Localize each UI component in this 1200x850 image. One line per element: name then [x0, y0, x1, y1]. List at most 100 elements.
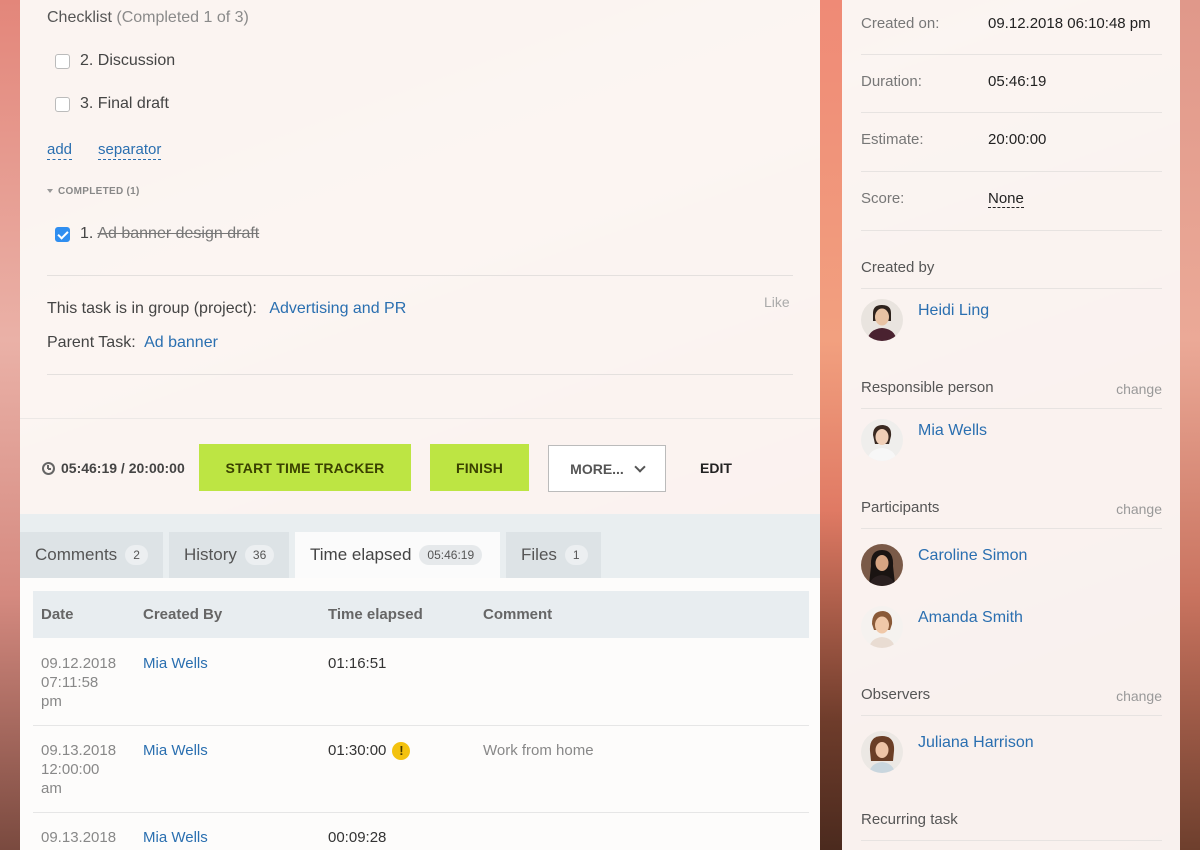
avatar [861, 731, 903, 773]
section-title: Responsible person [861, 379, 994, 396]
group-link[interactable]: Advertising and PR [269, 300, 406, 317]
section-responsible-person: Responsible person change [861, 379, 1162, 409]
checklist-item[interactable]: 3. Final draft [55, 95, 169, 113]
group-label: This task is in group (project): [47, 300, 257, 317]
background-gap [820, 0, 842, 850]
column-header-created-by[interactable]: Created By [143, 606, 222, 623]
tab-label: Time elapsed [310, 545, 412, 564]
tab-count-badge: 05:46:19 [419, 545, 483, 565]
tab-label: History [184, 545, 237, 564]
column-header-date[interactable]: Date [41, 606, 74, 623]
change-responsible-link[interactable]: change [1116, 381, 1162, 397]
elapsed-value: 01:16:51 [328, 655, 387, 672]
avatar [861, 544, 903, 586]
score-selector[interactable]: None [988, 190, 1024, 208]
tab-label: Comments [35, 545, 118, 564]
table-row: 09.13.2018 12:00:00 am Mia Wells 01:30:0… [33, 741, 809, 813]
add-checklist-item-link[interactable]: add [47, 141, 73, 160]
row-elapsed: 01:30:00 ! [328, 741, 411, 760]
checklist-item[interactable]: 2. Discussion [55, 52, 175, 70]
date-line: 09.12.2018 [41, 655, 117, 672]
table-header: Date Created By Time elapsed Comment [33, 591, 809, 638]
row-date: 09.12.2018 07:11:58 pm [41, 654, 131, 711]
like-button[interactable]: Like [764, 294, 790, 310]
row-created-by-link[interactable]: Mia Wells [143, 828, 208, 847]
avatar [861, 419, 903, 461]
section-title: Created by [861, 259, 935, 276]
checkbox-icon[interactable] [55, 53, 70, 69]
change-observers-link[interactable]: change [1116, 688, 1162, 704]
field-duration: Duration: 05:46:19 [861, 73, 1162, 113]
field-label: Estimate: [861, 131, 924, 148]
person-name-link[interactable]: Heidi Ling [918, 302, 989, 320]
time-line: 12:00:00 [41, 761, 100, 778]
divider [47, 275, 793, 276]
elapsed-value: 00:09:28 [328, 829, 387, 846]
row-date: 09.13.2018 [41, 828, 131, 847]
tab-files[interactable]: Files 1 [506, 532, 601, 578]
checkbox-checked-icon[interactable] [55, 226, 70, 242]
more-button[interactable]: MORE... [548, 445, 666, 492]
section-title: Participants [861, 499, 940, 516]
task-group-line: This task is in group (project): Adverti… [47, 300, 406, 318]
person-responsible[interactable]: Mia Wells [861, 419, 987, 461]
parent-task-line: Parent Task: Ad banner [47, 334, 218, 352]
task-action-bar: 05:46:19 / 20:00:00 START TIME TRACKER F… [20, 418, 820, 514]
time-elapsed-table: Date Created By Time elapsed Comment 09.… [20, 578, 820, 850]
checkbox-icon[interactable] [55, 96, 70, 112]
start-time-tracker-button[interactable]: START TIME TRACKER [199, 444, 411, 491]
field-label: Duration: [861, 73, 922, 90]
timer-value: 05:46:19 / 20:00:00 [61, 460, 185, 476]
column-header-comment[interactable]: Comment [483, 606, 552, 623]
chevron-down-icon [634, 460, 646, 473]
field-value: 05:46:19 [988, 73, 1047, 90]
tab-time-elapsed[interactable]: Time elapsed 05:46:19 [295, 532, 500, 578]
row-comment: Work from home [483, 742, 594, 759]
checklist-item-number: 1. [80, 225, 94, 242]
warning-icon[interactable]: ! [392, 741, 411, 760]
avatar [861, 299, 903, 341]
completed-header-label: COMPLETED (1) [58, 186, 140, 197]
parent-task-label: Parent Task: [47, 334, 136, 351]
tab-count-badge: 1 [564, 545, 588, 565]
table-row: 09.13.2018 Mia Wells 00:09:28 [33, 828, 809, 850]
section-title: Observers [861, 686, 931, 703]
row-elapsed: 00:09:28 [328, 828, 386, 847]
person-participant[interactable]: Amanda Smith [861, 606, 1023, 648]
completed-section-toggle[interactable]: COMPLETED (1) [47, 186, 140, 197]
column-header-time-elapsed[interactable]: Time elapsed [328, 606, 423, 623]
tab-count-badge: 2 [125, 545, 148, 565]
add-separator-link[interactable]: separator [98, 141, 162, 160]
edit-button[interactable]: EDIT [700, 460, 732, 476]
section-created-by: Created by [861, 259, 1162, 289]
person-name-link[interactable]: Caroline Simon [918, 547, 1027, 565]
ampm-line: pm [41, 693, 62, 710]
background-left [0, 0, 20, 850]
tabs-bar: Comments 2 History 36 Time elapsed 05:46… [20, 514, 820, 578]
person-name-link[interactable]: Juliana Harrison [918, 734, 1034, 752]
more-button-label: MORE... [570, 460, 624, 477]
person-name-link[interactable]: Amanda Smith [918, 609, 1023, 627]
person-name-link[interactable]: Mia Wells [918, 422, 987, 440]
row-date: 09.13.2018 12:00:00 am [41, 741, 131, 798]
person-created-by[interactable]: Heidi Ling [861, 299, 989, 341]
field-label: Created on: [861, 15, 940, 32]
table-row: 09.12.2018 07:11:58 pm Mia Wells 01:16:5… [33, 654, 809, 726]
section-participants: Participants change [861, 499, 1162, 529]
change-participants-link[interactable]: change [1116, 501, 1162, 517]
person-participant[interactable]: Caroline Simon [861, 544, 1027, 586]
field-value: 20:00:00 [988, 131, 1047, 148]
checklist-item-label: Ad banner design draft [97, 225, 260, 242]
section-observers: Observers change [861, 686, 1162, 716]
tab-history[interactable]: History 36 [169, 532, 289, 578]
tab-comments[interactable]: Comments 2 [20, 532, 163, 578]
parent-task-link[interactable]: Ad banner [144, 334, 218, 351]
checklist-progress: (Completed 1 of 3) [116, 9, 249, 26]
triangle-down-icon [47, 189, 53, 194]
finish-button[interactable]: FINISH [430, 444, 529, 491]
row-created-by-link[interactable]: Mia Wells [143, 654, 208, 673]
row-created-by-link[interactable]: Mia Wells [143, 741, 208, 760]
checklist-title-text: Checklist [47, 9, 112, 26]
person-observer[interactable]: Juliana Harrison [861, 731, 1034, 773]
checklist-item-completed[interactable]: 1. Ad banner design draft [55, 225, 259, 243]
